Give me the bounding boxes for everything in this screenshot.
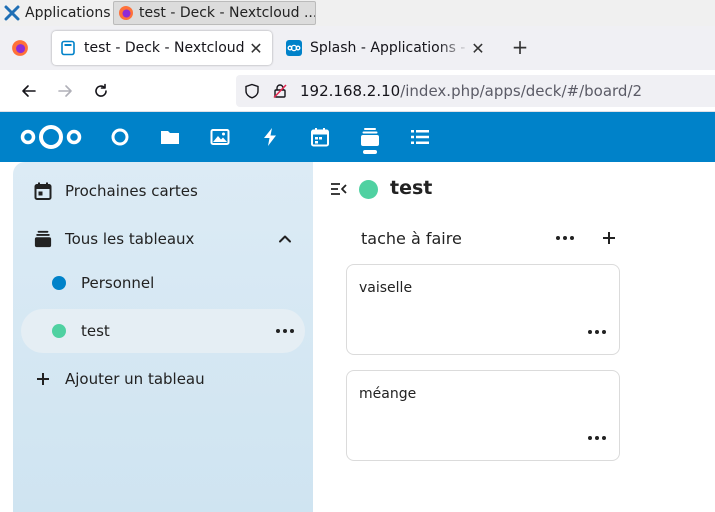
tab-title: test - Deck - Nextcloud [84,40,245,56]
xfce-icon [4,5,20,21]
card[interactable]: méange [346,370,620,461]
reload-icon [95,83,107,97]
insecure-lock-icon[interactable] [272,83,288,99]
sidebar-item-board-personnel[interactable]: Personnel [21,261,305,305]
arrow-right-icon [58,85,72,97]
chevron-up-icon[interactable] [275,229,295,249]
os-taskbar: Applications test - Deck - Nextcloud ... [0,0,715,26]
add-card-button[interactable] [598,227,620,249]
reload-button[interactable] [88,78,114,104]
card-actions-button[interactable] [585,322,609,342]
dashboard-icon[interactable] [110,127,130,147]
more-icon [588,436,606,440]
calendar-icon [21,182,65,200]
firefox-icon [12,40,28,56]
nextcloud-logo-icon[interactable] [20,123,82,151]
board-title: test [390,177,433,199]
applications-menu[interactable]: Applications [0,1,110,25]
stack-actions-button[interactable] [552,228,578,248]
nextcloud-favicon-icon [286,40,302,56]
deck-icon [21,230,65,248]
board-color-swatch [52,276,66,290]
board-color-dot [359,180,378,199]
add-board-button[interactable]: Ajouter un tableau [21,357,305,401]
board-actions-button[interactable] [275,321,295,341]
arrow-left-icon [22,85,36,97]
deck-icon[interactable] [360,127,380,147]
card-title: vaiselle [359,280,413,296]
sidebar-item-label: Ajouter un tableau [65,370,205,388]
plus-icon [603,232,615,244]
back-button[interactable] [16,78,42,104]
more-icon [276,329,294,333]
firefox-view-button[interactable] [0,26,40,70]
url-bar[interactable]: 192.168.2.10/index.php/apps/deck/#/board… [236,75,715,107]
taskbar-firefox-window[interactable]: test - Deck - Nextcloud ... [113,1,316,25]
more-icon [556,236,574,240]
board-color-dot [21,324,81,338]
active-app-indicator [363,150,377,154]
card-actions-button[interactable] [585,428,609,448]
close-tab-icon[interactable]: ✕ [248,39,264,58]
sidebar-item-board-test[interactable]: test [21,309,305,353]
activity-icon[interactable] [260,127,280,147]
browser-tab-bar: test - Deck - Nextcloud ✕ Splash - Appli… [0,26,715,70]
calendar-icon[interactable] [310,127,330,147]
board-color-dot [21,276,81,290]
card-title: méange [359,386,417,402]
stack-title[interactable]: tache à faire [361,229,462,248]
firefox-icon [119,6,133,20]
close-tab-icon[interactable]: ✕ [470,39,486,58]
deck-favicon-icon [61,40,75,56]
sidebar-item-label: Tous les tableaux [65,230,195,248]
tab-deck[interactable]: test - Deck - Nextcloud ✕ [52,31,272,65]
card[interactable]: vaiselle [346,264,620,355]
shield-icon[interactable] [244,83,260,99]
applications-label: Applications [25,5,110,21]
url-path: /index.php/apps/deck/#/board/2 [400,82,643,100]
files-icon[interactable] [160,127,180,147]
tab-title: Splash - Applications - Applications [310,40,470,56]
tab-splash[interactable]: Splash - Applications - Applications ✕ [278,31,494,65]
taskbar-window-title: test - Deck - Nextcloud ... [139,5,316,21]
app-navigation: Prochaines cartes Tous les tableaux Pers… [13,162,313,512]
navigation-toolbar: 192.168.2.10/index.php/apps/deck/#/board… [0,70,715,112]
photos-icon[interactable] [210,127,230,147]
sidebar-item-upcoming-cards[interactable]: Prochaines cartes [21,169,305,213]
toggle-navigation-icon[interactable] [330,180,348,198]
sidebar-item-label: test [81,322,110,340]
sidebar-item-label: Prochaines cartes [65,182,198,200]
more-icon [588,330,606,334]
plus-icon [21,372,65,386]
tasks-icon[interactable] [410,127,430,147]
forward-button[interactable] [52,78,78,104]
sidebar-item-all-boards[interactable]: Tous les tableaux [21,217,305,261]
nextcloud-header [0,112,715,162]
url-host: 192.168.2.10 [300,82,401,100]
sidebar-item-label: Personnel [81,274,155,292]
board-color-swatch [52,324,66,338]
new-tab-button[interactable]: + [508,36,532,60]
